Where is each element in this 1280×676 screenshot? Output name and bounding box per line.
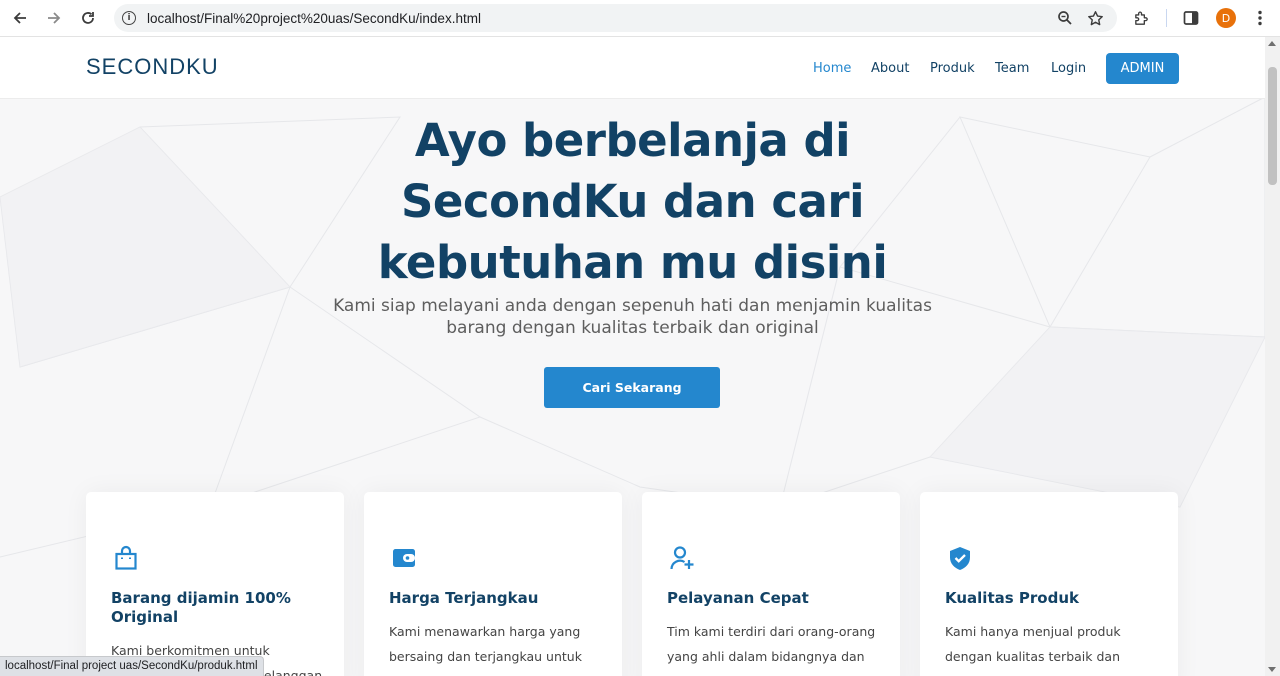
site-logo[interactable]: SECONDKU: [86, 54, 219, 80]
person-add-icon: [670, 546, 694, 570]
hero-title-line: kebutuhan mu disini: [377, 236, 888, 289]
site-header: SECONDKU Home About Produk Team Login AD…: [0, 37, 1265, 99]
scroll-up-arrow-icon[interactable]: [1268, 41, 1276, 46]
extensions-icon[interactable]: [1131, 8, 1151, 28]
zoom-icon[interactable]: [1055, 8, 1075, 28]
site-info-icon[interactable]: i: [122, 11, 136, 25]
status-bar-url: localhost/Final project uas/SecondKu/pro…: [0, 656, 264, 676]
scrollbar-thumb[interactable]: [1268, 67, 1277, 185]
browser-menu-icon[interactable]: [1250, 8, 1270, 28]
reload-icon[interactable]: [77, 7, 99, 29]
feature-card-kualitas: Kualitas Produk Kami hanya menjual produ…: [920, 492, 1178, 676]
feature-card-pelayanan: Pelayanan Cepat Tim kami terdiri dari or…: [642, 492, 900, 676]
admin-button[interactable]: ADMIN: [1106, 53, 1179, 84]
nav-home[interactable]: Home: [813, 61, 851, 76]
shield-check-icon: [950, 547, 970, 570]
forward-arrow-icon[interactable]: [43, 7, 65, 29]
feature-text: dengan kualitas terbaik dan: [945, 649, 1120, 664]
browser-toolbar: i localhost/Final%20project%20uas/Second…: [0, 0, 1280, 37]
feature-title: Barang dijamin 100% Original: [111, 589, 291, 626]
feature-title: Pelayanan Cepat: [667, 589, 809, 607]
hero-subtitle-line: Kami siap melayani anda dengan sepenuh h…: [333, 296, 932, 316]
cari-sekarang-button[interactable]: Cari Sekarang: [544, 367, 720, 408]
toolbar-divider: [1166, 9, 1167, 27]
feature-text: Kami menawarkan harga yang: [389, 624, 581, 639]
back-arrow-icon[interactable]: [9, 7, 31, 29]
nav-about[interactable]: About: [871, 61, 909, 76]
scroll-down-arrow-icon[interactable]: [1268, 667, 1276, 672]
profile-avatar[interactable]: D: [1216, 8, 1236, 28]
address-url: localhost/Final%20project%20uas/SecondKu…: [147, 10, 481, 26]
feature-title: Kualitas Produk: [945, 589, 1079, 607]
nav-team[interactable]: Team: [995, 61, 1029, 76]
bookmark-star-icon[interactable]: [1085, 8, 1105, 28]
address-bar[interactable]: i localhost/Final%20project%20uas/Second…: [114, 4, 1117, 32]
wallet-icon: [393, 549, 415, 567]
side-panel-icon[interactable]: [1181, 8, 1201, 28]
feature-title: Harga Terjangkau: [389, 589, 539, 607]
feature-text: Tim kami terdiri dari orang-orang: [667, 624, 876, 639]
feature-text: Kami hanya menjual produk: [945, 624, 1121, 639]
feature-text: bersaing dan terjangkau untuk: [389, 649, 582, 664]
feature-card-harga: Harga Terjangkau Kami menawarkan harga y…: [364, 492, 622, 676]
nav-produk[interactable]: Produk: [930, 61, 975, 76]
hero-subtitle: Kami siap melayani anda dengan sepenuh h…: [300, 295, 965, 339]
shopping-bag-icon: [115, 545, 137, 570]
feature-text: yang ahli dalam bidangnya dan: [667, 649, 865, 664]
page-scrollbar[interactable]: [1265, 37, 1280, 676]
hero-title: Ayo berbelanja di SecondKu dan cari kebu…: [300, 110, 965, 293]
hero-title-line: Ayo berbelanja di: [414, 114, 851, 167]
web-page: SECONDKU Home About Produk Team Login AD…: [0, 37, 1265, 676]
feature-card-original: Barang dijamin 100% Original Kami berkom…: [86, 492, 344, 676]
nav-login[interactable]: Login: [1051, 61, 1086, 76]
hero-subtitle-line: barang dengan kualitas terbaik dan origi…: [446, 318, 819, 338]
hero-title-line: SecondKu dan cari: [401, 175, 865, 228]
